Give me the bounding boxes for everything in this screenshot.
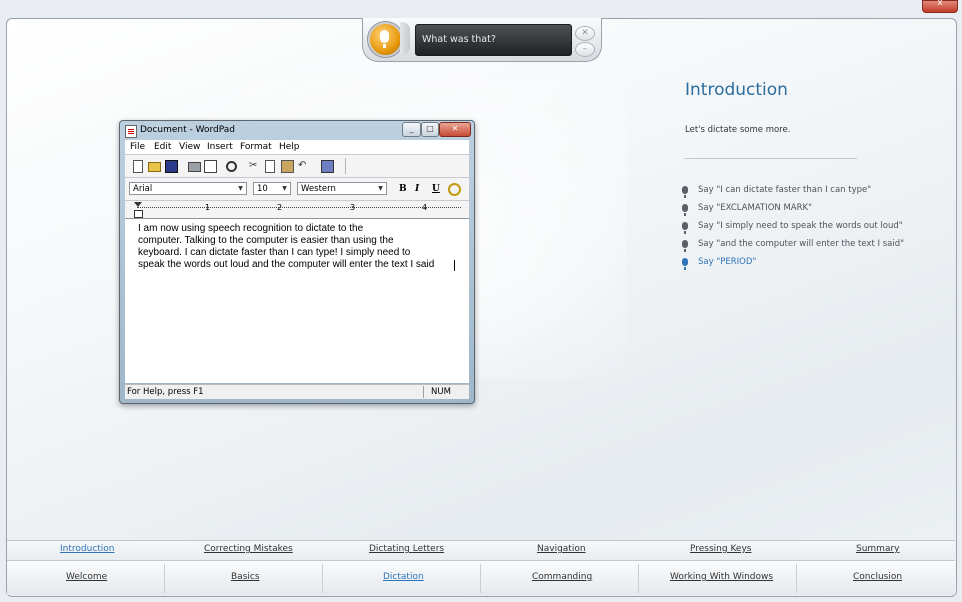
nav-conclusion[interactable]: Conclusion (853, 572, 902, 582)
color-icon[interactable] (448, 183, 461, 196)
wordpad-statusbar: For Help, press F1 NUM (125, 384, 469, 399)
text-caret (454, 260, 455, 271)
microphone-button[interactable] (368, 22, 403, 57)
subnav-dictating-letters[interactable]: Dictating Letters (369, 544, 444, 554)
chevron-down-icon: ▼ (378, 185, 383, 192)
status-separator (423, 386, 424, 398)
menu-insert[interactable]: Insert (207, 142, 233, 152)
ruler-number: 2 (277, 203, 283, 212)
nav-separator (796, 564, 797, 593)
nav-separator (164, 564, 165, 593)
wordpad-menubar: File Edit View Insert Format Help (125, 140, 469, 155)
subnav-correcting-mistakes[interactable]: Correcting Mistakes (204, 544, 293, 554)
wordpad-maximize-button[interactable]: □ (421, 122, 439, 137)
cut-icon[interactable]: ✂ (249, 160, 260, 171)
section-subnav: Introduction Correcting Mistakes Dictati… (7, 540, 955, 560)
wordpad-minimize-button[interactable]: _ (402, 122, 421, 137)
page-subtitle: Let's dictate some more. (685, 125, 791, 135)
font-name-value: Arial (133, 184, 153, 194)
wordpad-close-button[interactable]: ✕ (439, 122, 471, 137)
ruler-number: 4 (422, 203, 428, 212)
document-line: I am now using speech recognition to dic… (138, 223, 364, 234)
font-name-select[interactable]: Arial ▼ (129, 182, 247, 195)
divider (684, 158, 857, 159)
undo-icon[interactable]: ↶ (298, 160, 309, 171)
ruler-number: 3 (350, 203, 356, 212)
document-line: keyboard. I can dictate faster than I ca… (138, 247, 411, 258)
paste-icon[interactable] (281, 160, 294, 173)
microphone-icon (682, 222, 688, 234)
nav-separator (322, 564, 323, 593)
subnav-introduction[interactable]: Introduction (60, 544, 115, 554)
nav-welcome[interactable]: Welcome (66, 572, 107, 582)
left-indent-marker-icon[interactable] (134, 210, 143, 218)
instruction-step-label: Say "PERIOD" (698, 257, 757, 267)
menu-edit[interactable]: Edit (154, 142, 171, 152)
chevron-down-icon: ▼ (238, 185, 243, 192)
microphone-icon (682, 186, 688, 198)
chevron-down-icon: ▼ (282, 185, 287, 192)
toolbar-separator (345, 158, 346, 174)
copy-icon[interactable] (265, 160, 275, 173)
nav-commanding[interactable]: Commanding (532, 572, 592, 582)
nav-dictation[interactable]: Dictation (383, 572, 424, 582)
menu-help[interactable]: Help (279, 142, 300, 152)
microphone-icon (380, 30, 389, 43)
save-icon[interactable] (165, 160, 178, 173)
ruler-ticks (137, 207, 461, 209)
bold-button[interactable]: B (399, 184, 407, 194)
font-script-select[interactable]: Western ▼ (297, 182, 387, 195)
wordpad-app-icon (125, 125, 137, 138)
instruction-step-label: Say "EXCLAMATION MARK" (698, 203, 812, 213)
microphone-icon (682, 204, 688, 216)
find-icon[interactable] (226, 161, 237, 172)
document-text-area[interactable]: I am now using speech recognition to dic… (125, 219, 469, 383)
indent-marker-icon[interactable] (134, 202, 142, 207)
nav-separator (638, 564, 639, 593)
instruction-step-label: Say "I simply need to speak the words ou… (698, 221, 903, 231)
wordpad-standard-toolbar: ✂ ↶ (125, 155, 469, 178)
subnav-pressing-keys[interactable]: Pressing Keys (690, 544, 751, 554)
font-script-value: Western (301, 184, 336, 194)
status-num-indicator: NUM (431, 387, 451, 397)
speech-minimize-button[interactable]: – (575, 42, 595, 57)
wordpad-ruler: 1 2 3 4 (125, 201, 469, 219)
font-size-select[interactable]: 10 ▼ (253, 182, 291, 195)
insert-date-time-icon[interactable] (321, 160, 334, 173)
underline-button[interactable]: U (432, 184, 440, 194)
menu-format[interactable]: Format (240, 142, 272, 152)
open-folder-icon[interactable] (148, 162, 161, 172)
wordpad-title: Document - WordPad (140, 125, 235, 135)
new-document-icon[interactable] (133, 160, 143, 173)
page-title: Introduction (685, 80, 788, 100)
subnav-navigation[interactable]: Navigation (537, 544, 586, 554)
status-help-text: For Help, press F1 (127, 387, 204, 397)
font-size-value: 10 (257, 184, 268, 194)
menu-file[interactable]: File (130, 142, 145, 152)
wordpad-format-toolbar: Arial ▼ 10 ▼ Western ▼ B I U (125, 178, 469, 201)
speech-close-button[interactable]: ✕ (575, 26, 595, 41)
document-line: speak the words out loud and the compute… (138, 259, 435, 270)
nav-separator (480, 564, 481, 593)
wordpad-window: Document - WordPad _ □ ✕ File Edit View … (119, 120, 475, 404)
instruction-step-label: Say "I can dictate faster than I can typ… (698, 185, 872, 195)
nav-working-with-windows[interactable]: Working With Windows (670, 572, 773, 582)
italic-button[interactable]: I (415, 184, 419, 194)
document-line: computer. Talking to the computer is eas… (138, 235, 394, 246)
speech-bar-handle[interactable] (400, 22, 410, 55)
print-preview-icon[interactable] (204, 160, 217, 173)
menu-view[interactable]: View (179, 142, 200, 152)
subnav-summary[interactable]: Summary (856, 544, 900, 554)
main-nav: Welcome Basics Dictation Commanding Work… (7, 560, 955, 595)
ruler-number: 1 (205, 203, 211, 212)
window-close-button[interactable]: x (922, 0, 958, 13)
microphone-icon (682, 240, 688, 252)
instruction-step-label: Say "and the computer will enter the tex… (698, 239, 905, 249)
print-icon[interactable] (188, 162, 201, 172)
microphone-icon-stem (383, 44, 386, 48)
microphone-icon (682, 258, 688, 270)
speech-feedback-display: What was that? (415, 24, 572, 56)
nav-basics[interactable]: Basics (231, 572, 260, 582)
speech-status-text: What was that? (422, 34, 496, 45)
